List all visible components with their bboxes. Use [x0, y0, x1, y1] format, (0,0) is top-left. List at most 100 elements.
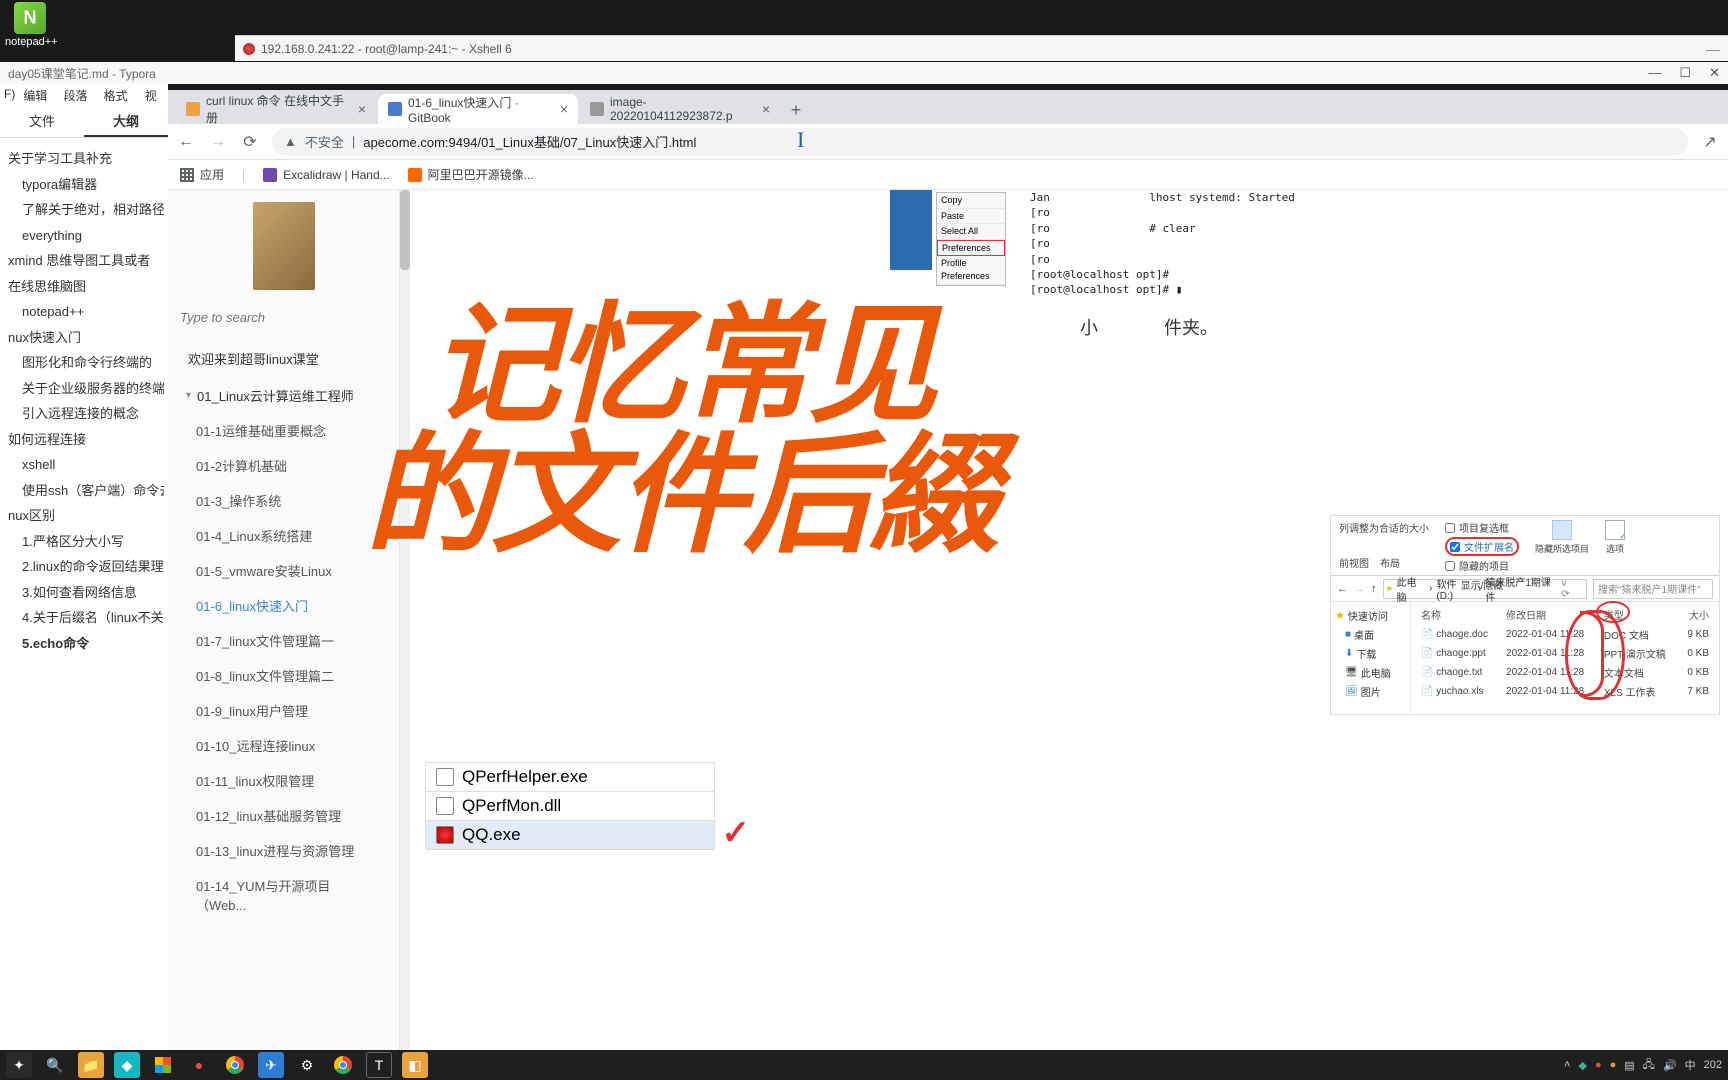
reload-button[interactable]: ⟳ — [240, 132, 260, 152]
tray-up-icon[interactable]: ˄ — [1564, 1059, 1570, 1071]
outline-item[interactable]: nux区别 — [4, 503, 164, 529]
gitbook-nav-item[interactable]: 01-6_linux快速入门 — [168, 588, 399, 623]
menu-view[interactable]: 视图 — [145, 87, 164, 103]
window-maximize-button[interactable]: ☐ — [1679, 65, 1691, 81]
explorer-nav-tree: ★快速访问 ■桌面 ⬇下载 🖥此电脑 🖼图片 — [1331, 602, 1411, 714]
gitbook-nav-item[interactable]: 01-3_操作系统 — [168, 483, 399, 518]
menu-file[interactable]: F) — [4, 87, 15, 103]
outline-item[interactable]: 关于学习工具补充 — [4, 146, 164, 172]
outline-item[interactable]: everything — [4, 223, 164, 249]
bookmark-icon — [408, 168, 422, 182]
gitbook-sidebar: 欢迎来到超哥linux课堂 ▾ 01_Linux云计算运维工程师 01-1运维基… — [168, 190, 400, 1050]
list-item: QPerfMon.dll — [425, 791, 715, 820]
tab-close-button[interactable]: × — [358, 101, 366, 117]
outline-item[interactable]: 使用ssh（客户端）命令去连接 — [4, 478, 164, 504]
menu-edit[interactable]: 编辑(E) — [23, 87, 55, 103]
browser-tab-0[interactable]: curl linux 命令 在线中文手册 × — [176, 94, 376, 124]
volume-icon[interactable]: 🔊 — [1663, 1059, 1677, 1072]
typora-tab-outline[interactable]: 大纲 — [84, 106, 168, 137]
bookmark-icon — [263, 168, 277, 182]
gitbook-nav-item[interactable]: 01-9_linux用户管理 — [168, 693, 399, 728]
outline-item[interactable]: 4.关于后缀名（linux不关心文件后 — [4, 605, 164, 631]
typora-tab-files[interactable]: 文件 — [0, 106, 84, 137]
outline-item[interactable]: 3.如何查看网络信息 — [4, 580, 164, 606]
share-button[interactable]: ↗ — [1700, 132, 1720, 152]
network-icon[interactable]: 🖧 — [1643, 1056, 1655, 1075]
gitbook-nav-item[interactable]: 01-12_linux基础服务管理 — [168, 798, 399, 833]
gitbook-nav-item[interactable]: 01-5_vmware安装Linux — [168, 553, 399, 588]
minimize-button[interactable]: — — [1706, 41, 1720, 57]
menu-format[interactable]: 格式(O) — [104, 87, 137, 103]
gitbook-nav-item[interactable]: 01-11_linux权限管理 — [168, 763, 399, 798]
gitbook-nav-item[interactable]: 01-2计算机基础 — [168, 448, 399, 483]
tray-clock[interactable]: 202 — [1704, 1059, 1722, 1071]
forward-button[interactable]: → — [208, 133, 228, 151]
back-button[interactable]: ← — [176, 133, 196, 151]
window-minimize-button[interactable]: — — [1648, 65, 1661, 81]
xshell-taskbar-icon[interactable]: ● — [186, 1052, 212, 1078]
search-button[interactable]: 🔍 — [42, 1052, 68, 1078]
apps-button[interactable]: 应用 — [180, 166, 224, 183]
tab-close-button[interactable]: × — [762, 101, 770, 117]
start-button[interactable]: ✦ — [6, 1052, 32, 1078]
outline-item[interactable]: nux快速入门 — [4, 325, 164, 351]
gitbook-nav-item[interactable]: 01-10_远程连接linux — [168, 728, 399, 763]
outline-item[interactable]: 2.linux的命令返回结果理解 — [4, 554, 164, 580]
file-explorer-taskbar-icon[interactable]: 📁 — [78, 1052, 104, 1078]
gitbook-nav-item[interactable]: 01-8_linux文件管理篇二 — [168, 658, 399, 693]
app-icon[interactable]: ✈ — [258, 1052, 284, 1078]
system-tray[interactable]: ˄ ◆ ● ● ▤ 🖧 🔊 中 202 — [1564, 1056, 1722, 1075]
gitbook-nav-item[interactable]: 01-1运维基础重要概念 — [168, 413, 399, 448]
sidebar-scrollbar[interactable] — [400, 190, 410, 1050]
outline-item[interactable]: 图形化和命令行终端的 — [4, 350, 164, 376]
explorer-file-list: 名称 修改日期 类型 大小 📄 chaoge.doc2022-01-04 11:… — [1411, 602, 1719, 714]
scrollbar-thumb[interactable] — [400, 190, 410, 270]
outline-item[interactable]: 5.echo命令 — [4, 631, 164, 657]
typora-taskbar-icon[interactable]: T — [366, 1052, 392, 1078]
chrome-taskbar-icon-2[interactable] — [330, 1052, 356, 1078]
menu-paragraph[interactable]: 段落(P) — [63, 87, 95, 103]
url-text: apecome.com:9494/01_Linux基础/07_Linux快速入门… — [363, 132, 696, 151]
desktop-shortcut-notepadpp[interactable]: notepad++ — [5, 2, 55, 48]
browser-tab-2[interactable]: image-20220104112923872.p × — [580, 94, 780, 124]
browser-tab-1[interactable]: 01-6_linux快速入门 · GitBook × — [378, 94, 578, 124]
outline-item[interactable]: 引入远程连接的概念 — [4, 401, 164, 427]
new-tab-button[interactable]: + — [782, 96, 810, 124]
tray-icon[interactable]: ● — [1595, 1059, 1602, 1071]
microsoft-store-icon[interactable] — [150, 1052, 176, 1078]
tray-icon[interactable]: ▤ — [1624, 1059, 1634, 1072]
outline-item[interactable]: xmind 思维导图工具或者 — [4, 248, 164, 274]
outline-item[interactable]: 关于企业级服务器的终端概念 — [4, 376, 164, 402]
gitbook-nav-item[interactable]: 01-13_linux进程与资源管理 — [168, 833, 399, 868]
favicon-icon — [186, 102, 200, 116]
outline-item[interactable]: typora编辑器 — [4, 172, 164, 198]
vm-taskbar-icon[interactable]: ◧ — [402, 1052, 428, 1078]
bookmark-aliyun[interactable]: 阿里巴巴开源镜像... — [408, 166, 534, 183]
tray-icon[interactable]: ◆ — [1578, 1059, 1586, 1072]
app-icon[interactable]: ◆ — [114, 1052, 140, 1078]
window-close-button[interactable]: ✕ — [1709, 65, 1720, 81]
tray-icon[interactable]: ● — [1610, 1059, 1617, 1071]
gitbook-welcome-link[interactable]: 欢迎来到超哥linux课堂 — [168, 339, 399, 378]
outline-item[interactable]: notepad++ — [4, 299, 164, 325]
ime-icon[interactable]: 中 — [1685, 1057, 1696, 1073]
options-icon: ✓ — [1605, 520, 1625, 540]
checkbox-file-extensions — [1450, 542, 1460, 552]
bookmark-bar: 应用 | Excalidraw | Hand... 阿里巴巴开源镜像... — [168, 160, 1728, 190]
address-bar[interactable]: ▲ 不安全 | apecome.com:9494/01_Linux基础/07_L… — [272, 128, 1688, 156]
gitbook-nav-item[interactable]: 01-4_Linux系统搭建 — [168, 518, 399, 553]
outline-item[interactable]: 了解关于绝对，相对路径 — [4, 197, 164, 223]
outline-item[interactable]: 1.严格区分大小写 — [4, 529, 164, 555]
gitbook-nav-group[interactable]: ▾ 01_Linux云计算运维工程师 — [168, 378, 399, 413]
tab-close-button[interactable]: × — [560, 101, 568, 117]
outline-item[interactable]: 在线思维脑图 — [4, 274, 164, 300]
chrome-taskbar-icon[interactable] — [222, 1052, 248, 1078]
bookmark-excalidraw[interactable]: Excalidraw | Hand... — [263, 168, 390, 182]
outline-item[interactable]: 如何远程连接 — [4, 427, 164, 453]
gitbook-nav-item[interactable]: 01-7_linux文件管理篇一 — [168, 623, 399, 658]
gitbook-nav-item[interactable]: 01-14_YUM与开源项目（Web... — [168, 868, 399, 922]
typora-title: day05课堂笔记.md - Typora — [8, 65, 156, 82]
gitbook-search-input[interactable] — [180, 310, 387, 325]
outline-item[interactable]: xshell — [4, 452, 164, 478]
settings-taskbar-icon[interactable]: ⚙ — [294, 1052, 320, 1078]
